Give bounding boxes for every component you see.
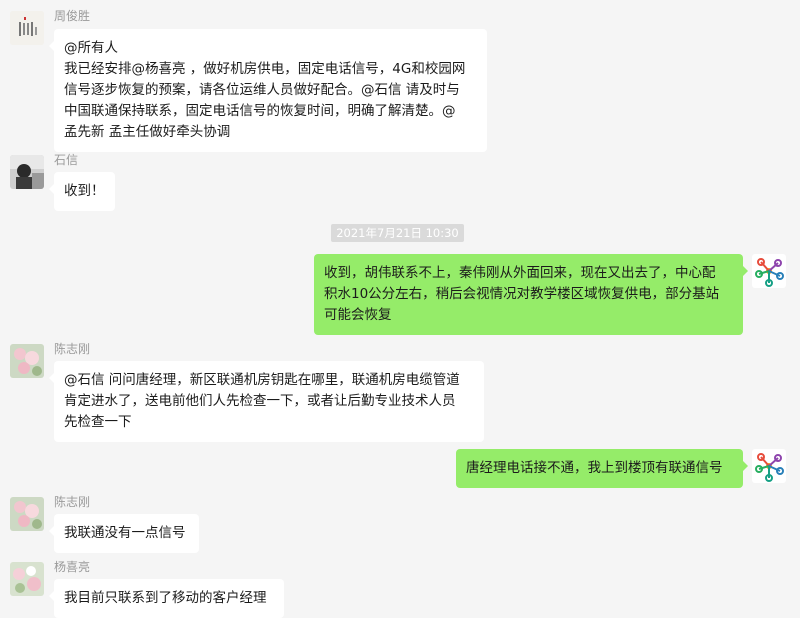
message-bubble-incoming[interactable]: @石信 问问唐经理，新区联通机房钥匙在哪里，联通机房电缆管道 肯定进水了，送电前… [49, 361, 484, 442]
avatar-yangxiliang[interactable] [10, 562, 44, 596]
sender-name: 石信 [54, 153, 79, 167]
avatar-molecule-logo-icon [752, 449, 786, 483]
avatar-chenzhigang[interactable] [10, 344, 44, 378]
message-text: 中国联通保持联系，固定电话信号的恢复时间，明确了解清楚。@ [64, 103, 456, 119]
avatar-calligraphy-icon [10, 11, 44, 45]
message-text: 信号逐步恢复的预案，请各位运维人员做好配合。@石信 请及时与 [64, 82, 460, 98]
avatar-zhou[interactable] [10, 11, 44, 45]
message-bubble-incoming[interactable]: 收到！ [49, 172, 115, 211]
message-bubble-incoming[interactable]: @所有人 我已经安排@杨喜亮 ，做好机房供电，固定电话信号，4G和校园网 信号逐… [49, 29, 487, 152]
avatar-molecule-logo-icon [752, 254, 786, 288]
message-text: @石信 问问唐经理，新区联通机房钥匙在哪里，联通机房电缆管道 [64, 372, 460, 388]
message-text: 孟先新 孟主任做好牵头协调 [64, 124, 231, 140]
sender-name: 杨喜亮 [54, 560, 91, 574]
message-bubble-incoming[interactable]: 我联通没有一点信号 [49, 514, 199, 553]
sender-name: 陈志刚 [54, 495, 91, 509]
message-text: 先检查一下 [64, 414, 132, 430]
avatar-chenzhigang[interactable] [10, 497, 44, 531]
message-text: 收到，胡伟联系不上，秦伟刚从外面回来，现在又出去了，中心配 [324, 265, 716, 281]
avatar-portrait-icon [10, 155, 44, 189]
avatar-flower-icon [10, 497, 44, 531]
avatar-self[interactable] [752, 254, 786, 288]
message-text: 唐经理电话接不通，我上到楼顶有联通信号 [466, 460, 723, 476]
avatar-shixin[interactable] [10, 155, 44, 189]
message-text: 肯定进水了，送电前他们人先检查一下，或者让后勤专业技术人员 [64, 393, 456, 409]
message-bubble-incoming[interactable]: 我目前只联系到了移动的客户经理 [49, 579, 284, 618]
avatar-flower-icon [10, 344, 44, 378]
sender-name: 周俊胜 [54, 9, 91, 23]
message-text: 收到！ [64, 183, 105, 199]
message-bubble-outgoing[interactable]: 唐经理电话接不通，我上到楼顶有联通信号 [456, 449, 748, 488]
avatar-flower-icon [10, 562, 44, 596]
message-text: 我联通没有一点信号 [64, 525, 186, 541]
message-text: 我已经安排@杨喜亮 ，做好机房供电，固定电话信号，4G和校园网 [64, 61, 466, 77]
timestamp-divider: 2021年7月21日 10:30 [331, 224, 464, 242]
avatar-self[interactable] [752, 449, 786, 483]
message-text: 我目前只联系到了移动的客户经理 [64, 590, 267, 606]
message-text: 积水10公分左右，稍后会视情况对教学楼区域恢复供电，部分基站 [324, 286, 720, 302]
message-bubble-outgoing[interactable]: 收到，胡伟联系不上，秦伟刚从外面回来，现在又出去了，中心配 积水10公分左右，稍… [314, 254, 748, 335]
message-text: 可能会恢复 [324, 307, 392, 323]
sender-name: 陈志刚 [54, 342, 91, 356]
message-text: @所有人 [64, 40, 118, 56]
